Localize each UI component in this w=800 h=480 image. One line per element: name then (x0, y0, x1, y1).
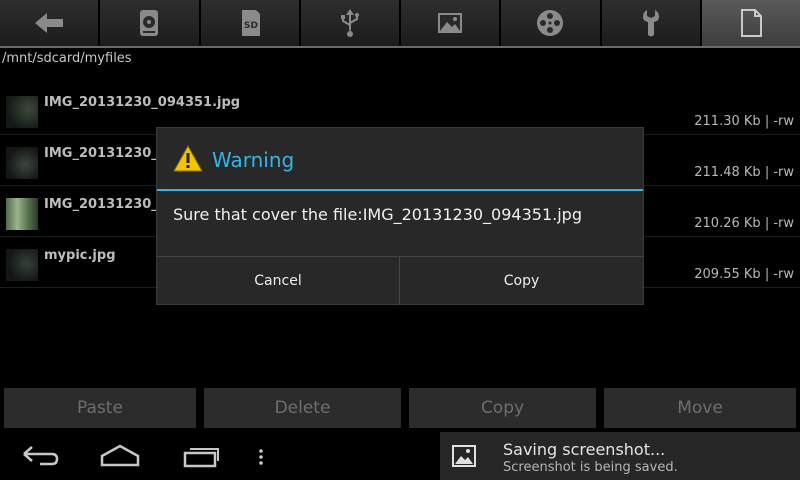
toolbar-divider (0, 46, 800, 48)
toolbar-files-button[interactable] (701, 0, 800, 46)
file-size: 211.30 Kb (694, 114, 761, 129)
sd-card-icon: SD (241, 10, 260, 36)
paste-button[interactable]: Paste (4, 388, 196, 428)
recent-apps-icon[interactable] (181, 442, 221, 470)
menu-icon[interactable] (256, 442, 266, 470)
device-storage-icon (140, 10, 159, 36)
delete-button[interactable]: Delete (204, 388, 401, 428)
file-name: IMG_20131230_094351.jpg (44, 95, 241, 110)
toolbar-tools-button[interactable] (601, 0, 700, 46)
file-thumbnail (6, 147, 38, 179)
file-meta: 210.26 Kb | -rw (694, 216, 794, 231)
copy-button[interactable]: Copy (409, 388, 596, 428)
usb-icon (340, 9, 359, 37)
file-size: 211.48 Kb (694, 165, 761, 180)
notification-subtitle: Screenshot is being saved. (503, 460, 678, 475)
dialog-title-divider (157, 189, 643, 191)
back-icon[interactable] (20, 442, 60, 470)
file-meta: 211.48 Kb | -rw (694, 165, 794, 180)
screenshot-notification[interactable]: Saving screenshot... Screenshot is being… (440, 432, 800, 480)
home-icon[interactable] (98, 442, 142, 470)
cancel-button[interactable]: Cancel (157, 257, 400, 305)
back-arrow-icon (35, 13, 64, 33)
wrench-icon (642, 10, 659, 37)
warning-dialog: Warning Sure that cover the file:IMG_201… (156, 127, 644, 305)
current-path: /mnt/sdcard/myfiles (2, 51, 132, 66)
dialog-title: Warning (212, 148, 295, 172)
toolbar-device-storage-button[interactable] (100, 0, 199, 46)
file-icon (740, 9, 762, 37)
file-size: 209.55 Kb (694, 267, 761, 282)
sd-card-label: SD (244, 21, 258, 31)
file-meta: 209.55 Kb | -rw (694, 267, 794, 282)
warning-icon (173, 145, 203, 172)
toolbar-usb-button[interactable] (300, 0, 399, 46)
file-thumbnail (6, 249, 38, 281)
file-permissions: | -rw (764, 114, 794, 129)
file-thumbnail (6, 96, 38, 128)
dialog-header: Warning (157, 128, 643, 190)
toolbar-back-button[interactable] (0, 0, 99, 46)
dialog-message: Sure that cover the file:IMG_20131230_09… (173, 205, 582, 224)
move-button[interactable]: Move (604, 388, 796, 428)
file-thumbnail (6, 198, 38, 230)
action-bar: Paste Delete Copy Move (0, 388, 800, 428)
screenshot-image-icon (452, 445, 476, 467)
toolbar-sd-card-button[interactable]: SD (200, 0, 299, 46)
top-toolbar: SD (0, 0, 800, 47)
file-size: 210.26 Kb (694, 216, 761, 231)
notification-title: Saving screenshot... (503, 440, 666, 459)
confirm-copy-button[interactable]: Copy (400, 257, 643, 305)
image-icon (438, 13, 463, 33)
file-name: mypic.jpg (44, 248, 116, 263)
toolbar-video-button[interactable] (501, 0, 600, 46)
video-reel-icon (537, 10, 564, 36)
file-permissions: | -rw (764, 165, 794, 180)
file-permissions: | -rw (764, 216, 794, 231)
file-meta: 211.30 Kb | -rw (694, 114, 794, 129)
file-permissions: | -rw (764, 267, 794, 282)
toolbar-image-button[interactable] (401, 0, 500, 46)
